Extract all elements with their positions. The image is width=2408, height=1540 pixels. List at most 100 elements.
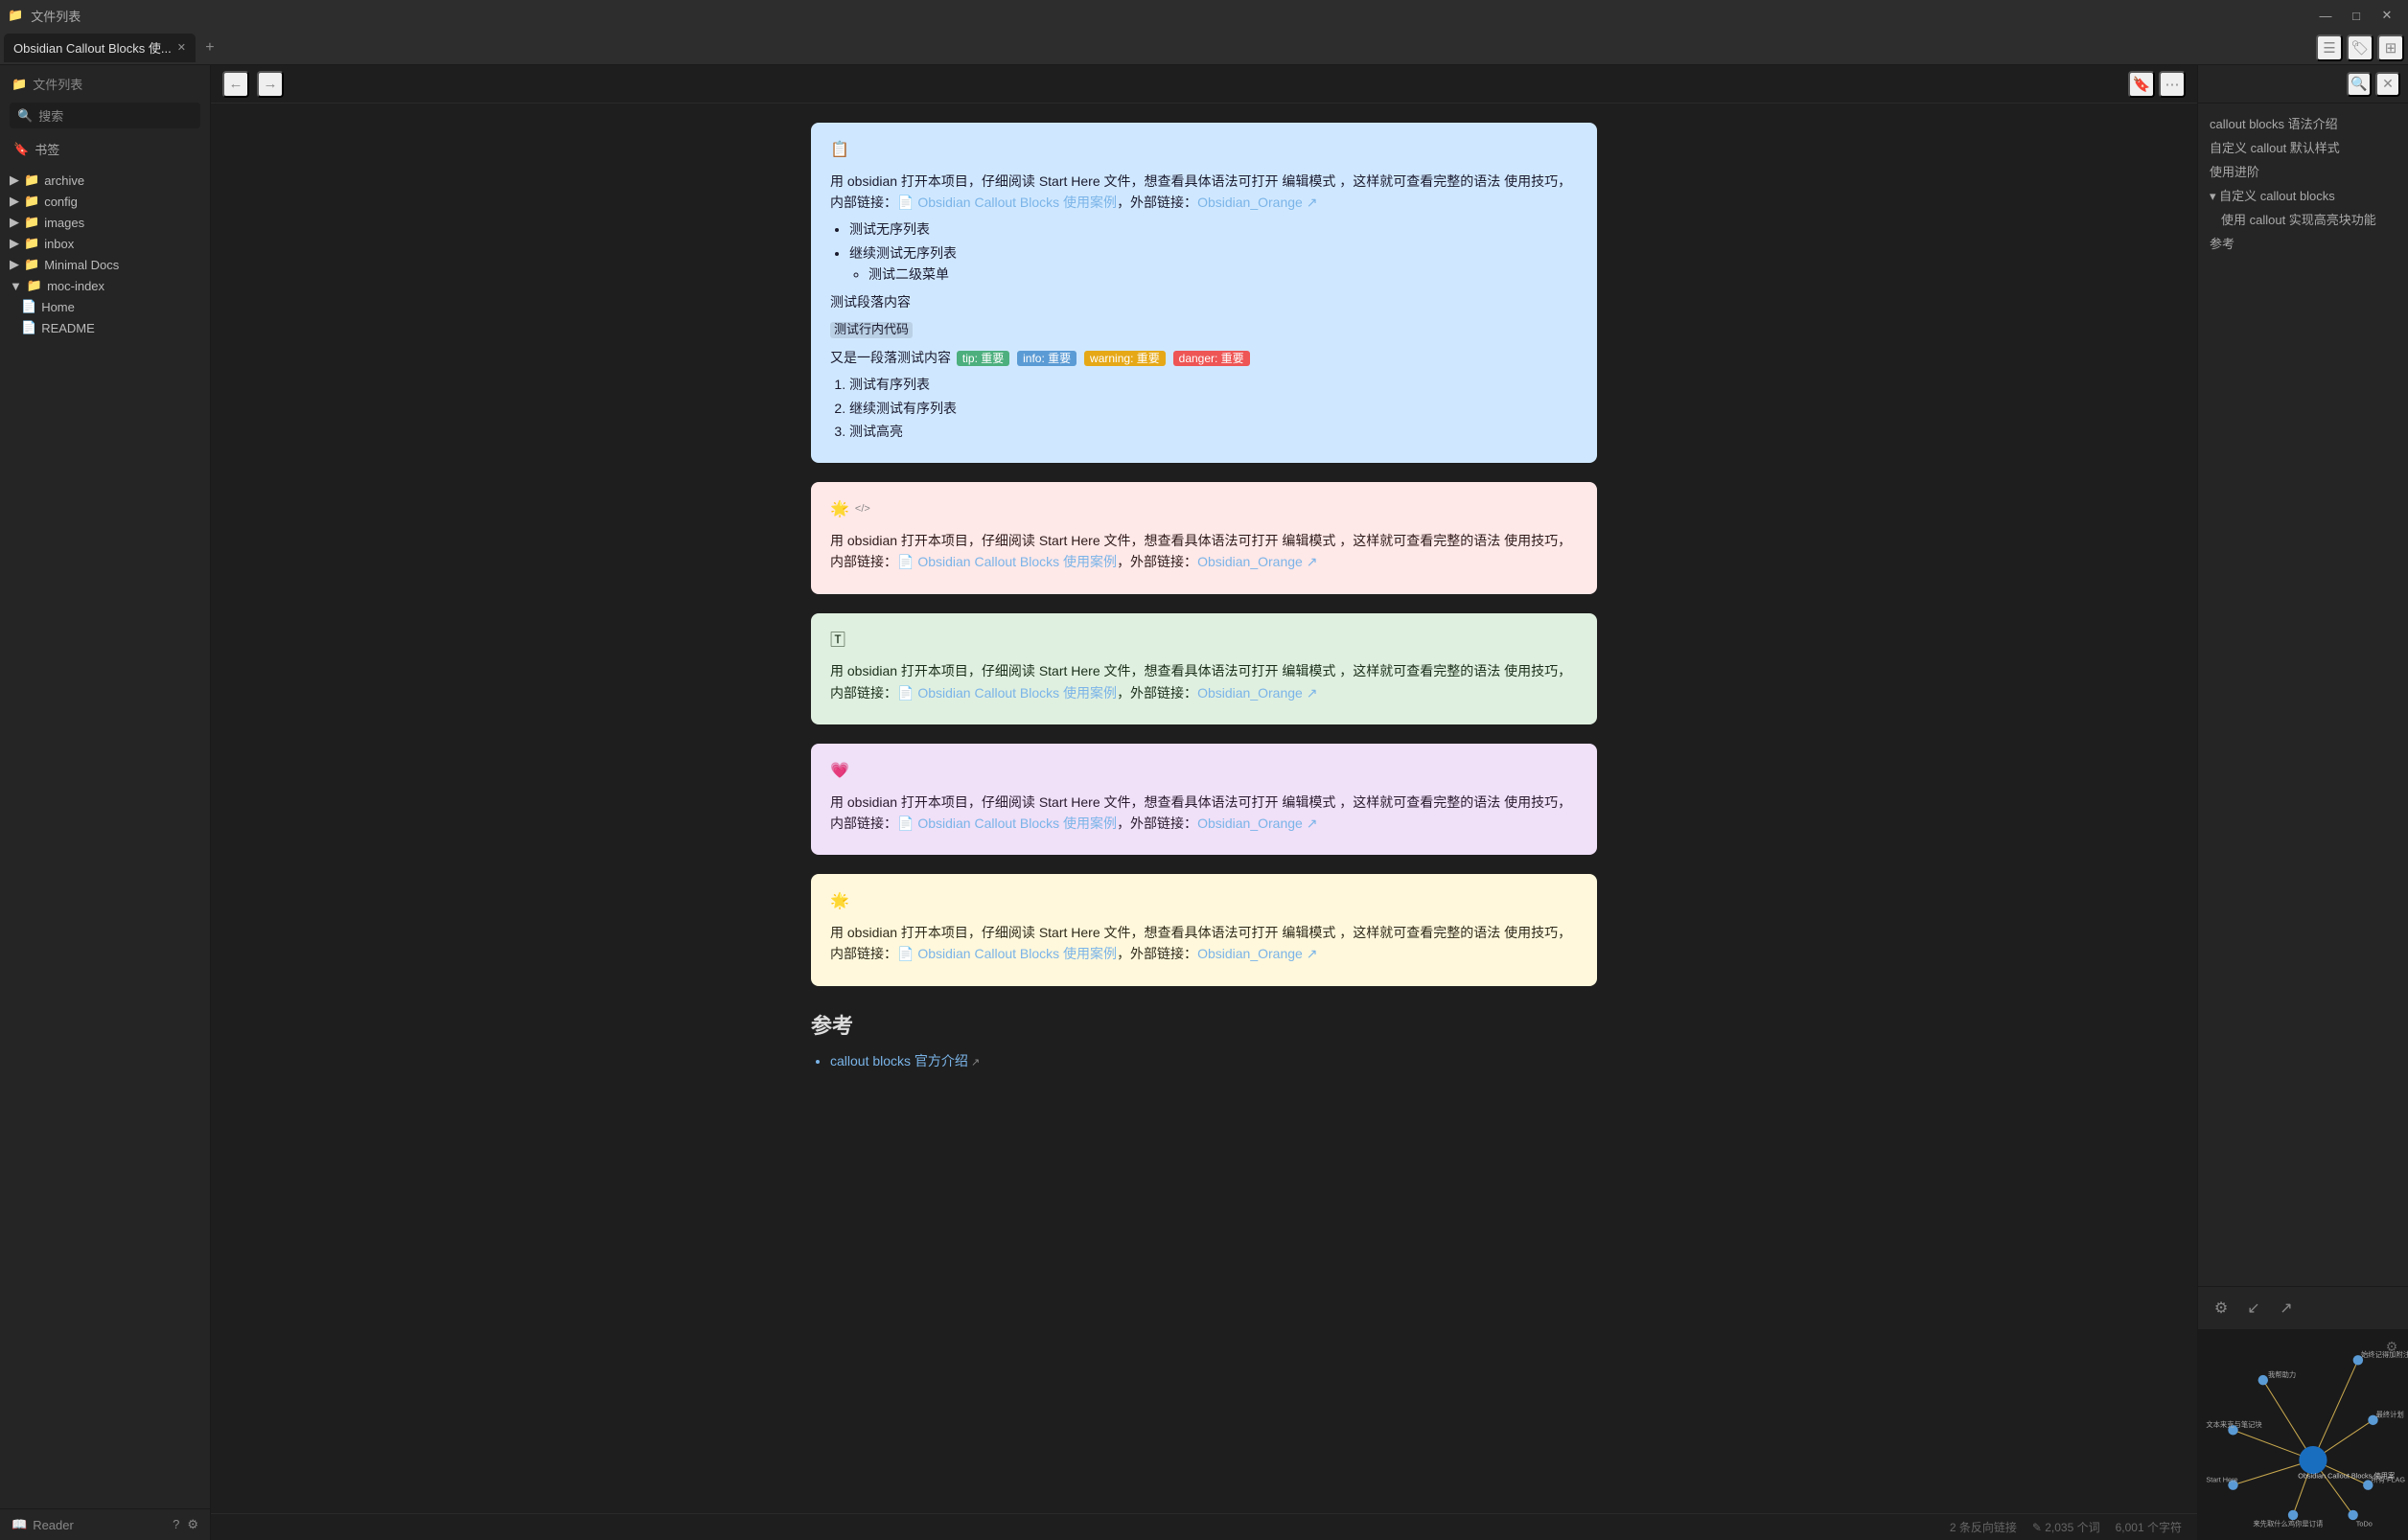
content-area: ← → 🔖 ⋯ 📋 用 obsidian 打开本项目，仔细阅读 Start He… — [211, 65, 2197, 1540]
backlinks-status: 2 条反向链接 — [1950, 1519, 2017, 1535]
sidebar-item-home[interactable]: 📄 Home — [0, 296, 210, 317]
callout-blue-unordered-list: 测试无序列表 继续测试无序列表 测试二级菜单 — [830, 218, 1578, 285]
file-link-4[interactable]: 📄 Obsidian Callout Blocks 使用案例 — [897, 816, 1117, 831]
callout-yellow-header: 🌟 — [830, 889, 1578, 914]
list-item: 继续测试无序列表 测试二级菜单 — [849, 242, 1578, 286]
search-button[interactable]: 🔍 搜索 — [10, 103, 200, 128]
ext-link-4[interactable]: Obsidian_Orange ↗ — [1197, 816, 1317, 831]
file-link-1[interactable]: 📄 Obsidian Callout Blocks 使用案例 — [897, 195, 1117, 210]
reader-button[interactable]: 📖 Reader — [12, 1517, 74, 1532]
callout-blue-code-line: 测试行内代码 — [830, 318, 1578, 341]
sidebar-item-label: moc-index — [47, 279, 104, 293]
graph-button[interactable]: ⚙ — [2210, 1297, 2233, 1320]
ext-link-3[interactable]: Obsidian_Orange ↗ — [1197, 685, 1317, 701]
ext-link-5[interactable]: Obsidian_Orange ↗ — [1197, 946, 1317, 961]
sidebar-item-moc-index[interactable]: ▼ 📁 moc-index — [0, 275, 210, 296]
maximize-button[interactable]: □ — [2343, 5, 2370, 26]
search-icon: 🔍 — [17, 108, 33, 124]
sidebar-item-images[interactable]: ▶ 📁 images — [0, 212, 210, 233]
layout-button[interactable]: ⊞ — [2377, 34, 2404, 61]
toolbar-right: 🔖 ⋯ — [2128, 71, 2186, 98]
graph-label: 最终计划 — [2376, 1411, 2404, 1419]
sidebar-item-config[interactable]: ▶ 📁 config — [0, 191, 210, 212]
list-item: 测试高亮 — [849, 421, 1578, 442]
bookmarks-item[interactable]: 🔖 书签 — [10, 138, 200, 160]
code-toggle-button[interactable]: </> — [855, 501, 870, 518]
sidebar-item-label: archive — [44, 173, 84, 188]
list-item: callout blocks 官方介绍↗ — [830, 1051, 1597, 1070]
sidebar-item-label: inbox — [44, 237, 74, 251]
file-link-2[interactable]: 📄 Obsidian Callout Blocks 使用案例 — [897, 554, 1117, 569]
graph-node-main[interactable] — [2299, 1446, 2327, 1474]
badge-info: info: 重要 — [1017, 351, 1077, 366]
file-link-5[interactable]: 📄 Obsidian Callout Blocks 使用案例 — [897, 946, 1117, 961]
main-layout: 📁 文件列表 🔍 搜索 🔖 书签 ▶ 📁 archive ▶ 📁 — [0, 65, 2408, 1540]
bookmark-button[interactable]: 🔖 — [2128, 71, 2155, 98]
outline-list: callout blocks 语法介绍 自定义 callout 默认样式 使用进… — [2198, 103, 2408, 1286]
more-button[interactable]: ⋯ — [2159, 71, 2186, 98]
badge-danger: danger: 重要 — [1173, 351, 1250, 366]
outline-item-custom-default[interactable]: 自定义 callout 默认样式 — [2198, 135, 2408, 159]
folder-icon: 📁 — [24, 215, 39, 230]
outline-item-highlight[interactable]: 使用 callout 实现高亮块功能 — [2198, 207, 2408, 231]
graph-label: 所有 FLAG — [2371, 1476, 2405, 1484]
help-icon[interactable]: ? — [173, 1517, 179, 1532]
sidebar-item-readme[interactable]: 📄 README — [0, 317, 210, 338]
minimize-button[interactable]: — — [2312, 5, 2339, 26]
backlinks-button[interactable]: ↙ — [2242, 1297, 2265, 1320]
list-item: 测试有序列表 — [849, 374, 1578, 395]
inline-code: 测试行内代码 — [830, 322, 913, 338]
ext-link-2[interactable]: Obsidian_Orange ↗ — [1197, 554, 1317, 569]
outline-item-reference[interactable]: 参考 — [2198, 231, 2408, 255]
sidebar-item-label: README — [41, 321, 95, 335]
badge-tip: tip: 重要 — [957, 351, 1009, 366]
outline-item-advanced[interactable]: 使用进阶 — [2198, 159, 2408, 183]
graph-label: 来先取什么鸡你是订请 — [2253, 1519, 2323, 1528]
callout-yellow: 🌟 用 obsidian 打开本项目，仔细阅读 Start Here 文件，想查… — [811, 874, 1597, 985]
graph-node[interactable] — [2258, 1375, 2268, 1385]
folder-icon: 📁 — [24, 257, 39, 272]
folder-icon: 📁 — [24, 172, 39, 188]
forward-button[interactable]: → — [257, 71, 284, 98]
settings-icon[interactable]: ⚙ — [187, 1517, 198, 1532]
outline-search-button[interactable]: 🔍 — [2347, 72, 2372, 97]
callout-pink-text: 用 obsidian 打开本项目，仔细阅读 Start Here 文件，想查看具… — [830, 530, 1578, 573]
reader-label: Reader — [33, 1518, 74, 1532]
graph-label: Start Here — [2206, 1476, 2237, 1484]
back-button[interactable]: ← — [222, 71, 249, 98]
file-link-3[interactable]: 📄 Obsidian Callout Blocks 使用案例 — [897, 685, 1117, 701]
sidebar-item-archive[interactable]: ▶ 📁 archive — [0, 170, 210, 191]
outline-item-label: 使用 callout 实现高亮块功能 — [2221, 213, 2376, 227]
callout-purple-text: 用 obsidian 打开本项目，仔细阅读 Start Here 文件，想查看具… — [830, 792, 1578, 835]
graph-settings-button[interactable]: ⚙ — [2381, 1336, 2402, 1357]
graph-label: 我帮助力 — [2268, 1370, 2296, 1379]
reference-list: callout blocks 官方介绍↗ — [811, 1051, 1597, 1070]
outline-item-label: 自定义 callout 默认样式 — [2210, 141, 2340, 155]
sidebar-item-inbox[interactable]: ▶ 📁 inbox — [0, 233, 210, 254]
tab-add-button[interactable]: + — [197, 35, 222, 60]
tab-list-button[interactable]: ☰ — [2316, 34, 2343, 61]
sidebar-item-minimal-docs[interactable]: ▶ 📁 Minimal Docs — [0, 254, 210, 275]
outline-item-custom-blocks[interactable]: ▾ 自定义 callout blocks — [2198, 183, 2408, 207]
outlinks-button[interactable]: ↗ — [2275, 1297, 2298, 1320]
outline-close-button[interactable]: ✕ — [2375, 72, 2400, 97]
tag-button[interactable]: 🏷 — [2347, 34, 2373, 61]
reader-icon: 📖 — [12, 1517, 27, 1532]
folder-icon: 📁 — [24, 236, 39, 251]
outline-item-callout-syntax[interactable]: callout blocks 语法介绍 — [2198, 111, 2408, 135]
sidebar-title: 📁 文件列表 — [0, 65, 210, 99]
toolbar-nav: ← → — [222, 71, 284, 98]
sidebar-item-label: Home — [41, 300, 75, 314]
callout-green: 🅃 用 obsidian 打开本项目，仔细阅读 Start Here 文件，想查… — [811, 613, 1597, 724]
callout-green-icon: 🅃 — [830, 629, 845, 654]
reference-link-1[interactable]: callout blocks 官方介绍↗ — [830, 1053, 980, 1069]
sidebar-title-label: 文件列表 — [33, 75, 82, 93]
tab-active[interactable]: Obsidian Callout Blocks 使... ✕ — [4, 34, 196, 62]
search-label: 搜索 — [38, 106, 63, 125]
badge-warning: warning: 重要 — [1084, 351, 1166, 366]
sidebar-item-label: Minimal Docs — [44, 258, 119, 272]
close-button[interactable]: ✕ — [2373, 5, 2400, 26]
tab-close-icon[interactable]: ✕ — [177, 41, 186, 54]
ext-link-1[interactable]: Obsidian_Orange ↗ — [1197, 195, 1317, 210]
ext-icon: ↗ — [971, 1057, 980, 1069]
